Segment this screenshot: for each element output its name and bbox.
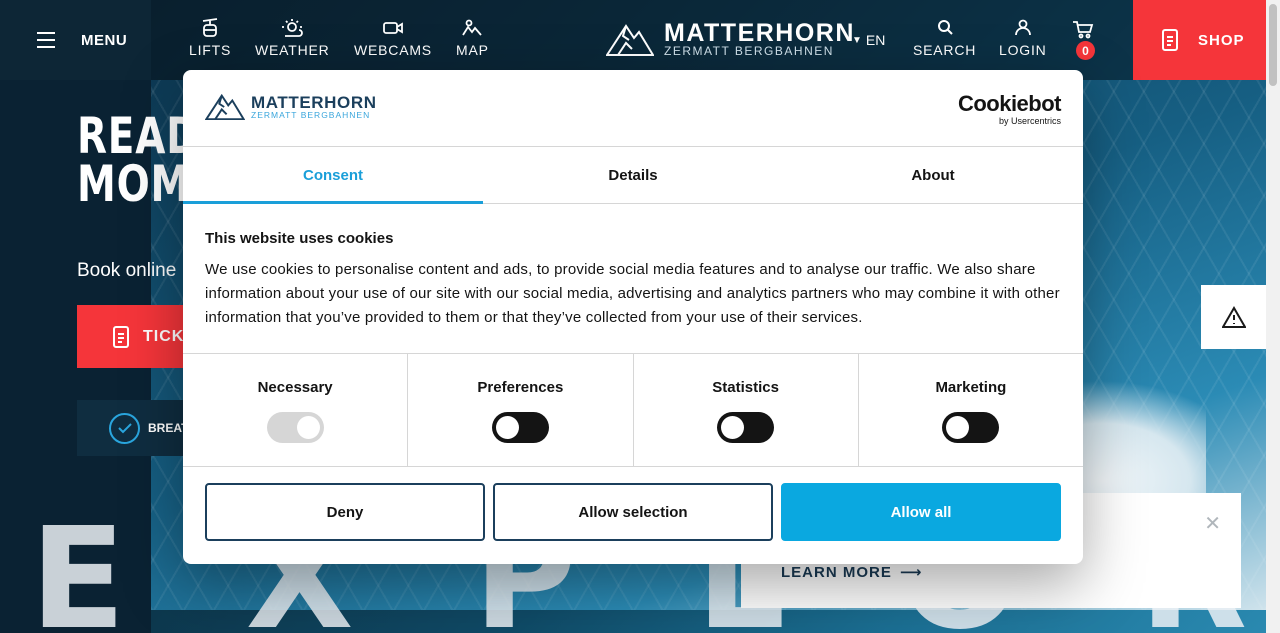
category-marketing: Marketing xyxy=(859,354,1083,466)
cookiebot-logo[interactable]: Cookiebot by Usercentrics xyxy=(957,91,1062,127)
category-statistics: Statistics xyxy=(634,354,859,466)
tab-about[interactable]: About xyxy=(783,147,1083,203)
category-label: Statistics xyxy=(712,379,779,396)
deny-button[interactable]: Deny xyxy=(205,483,485,541)
dialog-logo: MATTERHORN ZERMATT BERGBAHNEN xyxy=(205,94,377,120)
dialog-logo-name: MATTERHORN xyxy=(251,92,377,112)
category-preferences: Preferences xyxy=(408,354,634,466)
dialog-logo-tagline: ZERMATT BERGBAHNEN xyxy=(251,109,371,120)
consent-buttons: Deny Allow selection Allow all xyxy=(183,467,1083,557)
mountain-logo-icon xyxy=(205,94,245,120)
category-toggles: Necessary Preferences Statistics Marketi… xyxy=(183,354,1083,467)
scrollbar-thumb[interactable] xyxy=(1269,4,1277,86)
tab-consent[interactable]: Consent xyxy=(183,147,483,204)
category-necessary: Necessary xyxy=(183,354,409,466)
dialog-header: MATTERHORN ZERMATT BERGBAHNEN Cookiebot … xyxy=(183,70,1083,147)
consent-body: This website uses cookies We use cookies… xyxy=(183,204,1083,354)
consent-heading: This website uses cookies xyxy=(205,230,394,247)
category-label: Marketing xyxy=(935,379,1007,396)
preferences-toggle[interactable] xyxy=(491,412,549,443)
tab-details[interactable]: Details xyxy=(483,147,783,203)
marketing-toggle[interactable] xyxy=(942,412,1000,443)
allow-all-button[interactable]: Allow all xyxy=(781,483,1061,541)
consent-text: We use cookies to personalise content an… xyxy=(205,261,1060,326)
necessary-toggle xyxy=(266,412,324,443)
provider-byline: by Usercentrics xyxy=(998,116,1061,126)
category-label: Necessary xyxy=(257,379,333,396)
cookie-overlay: MATTERHORN ZERMATT BERGBAHNEN Cookiebot … xyxy=(0,0,1266,633)
provider-name: Cookiebot xyxy=(957,91,1062,116)
page-scrollbar[interactable] xyxy=(1266,0,1280,633)
allow-selection-button[interactable]: Allow selection xyxy=(493,483,773,541)
category-label: Preferences xyxy=(477,379,564,396)
dialog-tabs: Consent Details About xyxy=(183,147,1083,204)
cookie-consent-dialog: MATTERHORN ZERMATT BERGBAHNEN Cookiebot … xyxy=(183,70,1083,564)
statistics-toggle[interactable] xyxy=(717,412,775,443)
